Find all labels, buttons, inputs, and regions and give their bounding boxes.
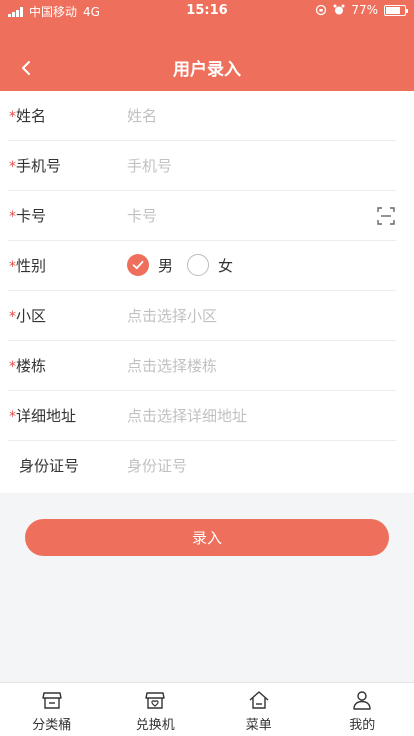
tab-mine[interactable]: 我的 <box>311 683 414 736</box>
bottom-tab-bar: 分类桶 兑换机 菜单 我的 <box>0 682 414 736</box>
radio-circle-icon <box>187 254 210 276</box>
gender-female-label: 女 <box>218 256 234 275</box>
battery-icon <box>384 4 408 16</box>
community-label: 小区 <box>16 307 47 325</box>
check-icon <box>127 254 149 276</box>
chevron-left-icon[interactable] <box>12 54 40 82</box>
tab-label: 分类桶 <box>32 718 72 733</box>
tab-label: 菜单 <box>245 718 272 733</box>
phone-input[interactable] <box>127 153 367 179</box>
gender-row: *性别 男 女 <box>0 241 414 291</box>
required-mark: * <box>9 109 16 125</box>
tab-menu[interactable]: 菜单 <box>207 683 311 736</box>
community-picker[interactable]: 点击选择小区 <box>127 305 217 326</box>
tab-exchange-machine[interactable]: 兑换机 <box>104 683 208 736</box>
user-icon <box>353 691 371 710</box>
name-row: *姓名 <box>0 91 414 141</box>
required-mark: * <box>9 159 16 175</box>
tab-label: 兑换机 <box>135 718 175 733</box>
card-label: 卡号 <box>16 207 47 225</box>
required-mark: * <box>9 409 16 425</box>
required-mark: * <box>9 309 16 325</box>
gender-radio-group: 男 女 <box>127 254 247 276</box>
id-number-label: 身份证号 <box>19 457 80 475</box>
gender-male-radio[interactable]: 男 <box>127 254 173 276</box>
gender-male-label: 男 <box>158 256 174 275</box>
card-input[interactable] <box>127 203 362 229</box>
gender-female-radio[interactable]: 女 <box>187 254 233 276</box>
tab-classification-bin[interactable]: 分类桶 <box>0 683 104 736</box>
header: 中国移动 4G 15:16 77% 用户录入 <box>0 0 414 91</box>
phone-label: 手机号 <box>16 157 62 175</box>
title-bar: 用户录入 <box>0 44 414 90</box>
alarm-icon <box>333 4 345 15</box>
user-entry-form: *姓名 *手机号 *卡号 *性别 男 女 <box>0 91 414 493</box>
status-bar: 中国移动 4G 15:16 77% <box>0 0 414 22</box>
address-label: 详细地址 <box>16 407 77 425</box>
tab-label: 我的 <box>349 718 376 733</box>
address-row: *详细地址 点击选择详细地址 <box>0 391 414 441</box>
building-picker[interactable]: 点击选择楼栋 <box>127 355 217 376</box>
required-mark: * <box>9 359 16 375</box>
battery-percent: 77% <box>351 3 378 17</box>
community-row: *小区 点击选择小区 <box>0 291 414 341</box>
required-mark: * <box>9 259 16 275</box>
building-row: *楼栋 点击选择楼栋 <box>0 341 414 391</box>
name-input[interactable] <box>127 103 367 129</box>
name-label: 姓名 <box>16 107 47 125</box>
scan-icon[interactable] <box>377 207 395 225</box>
building-label: 楼栋 <box>16 357 47 375</box>
orientation-lock-icon <box>316 4 327 16</box>
address-picker[interactable]: 点击选择详细地址 <box>127 405 247 426</box>
id-number-row: 身份证号 <box>0 441 414 491</box>
phone-row: *手机号 <box>0 141 414 191</box>
exchange-machine-icon <box>145 692 165 709</box>
store-icon <box>42 692 62 709</box>
id-number-input[interactable] <box>127 453 367 479</box>
card-row: *卡号 <box>0 191 414 241</box>
required-mark: * <box>9 209 16 225</box>
gender-label: 性别 <box>16 257 47 275</box>
home-icon <box>249 691 269 709</box>
page-title: 用户录入 <box>173 60 241 80</box>
submit-button[interactable]: 录入 <box>25 519 389 556</box>
